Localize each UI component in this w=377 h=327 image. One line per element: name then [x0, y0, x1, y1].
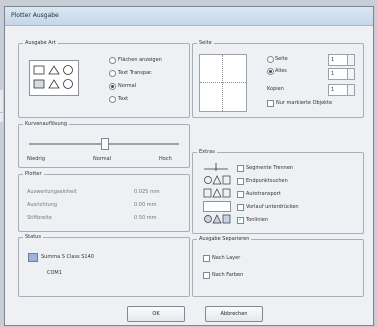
group-label: Seite [197, 40, 214, 46]
status-connection: COM1 [47, 270, 62, 276]
plotter-row-value: 0.025 mm [134, 189, 160, 195]
checkbox-label: Nach Farben [212, 272, 244, 278]
group-label: Plotter [23, 171, 44, 177]
checkbox-endpunkt[interactable] [237, 178, 244, 185]
tonlinien-icon [204, 214, 231, 224]
slider-thumb[interactable] [101, 138, 109, 150]
plotter-row-value: 0.50 mm [134, 215, 157, 221]
group-ausgabe-art: Ausgabe Art Flächen anzeigen Text Transp… [18, 40, 190, 118]
vorlauf-icon [203, 201, 231, 212]
plotter-row-label: Ausrichtung [27, 202, 58, 208]
kopien-label: Kopien [267, 86, 284, 92]
plotter-row-value: 0.00 mm [134, 202, 157, 208]
group-extras: Extras Segmente Trennen Endpunktsuchen A… [192, 149, 364, 234]
radio-label: Alles [275, 68, 287, 74]
group-label: Ausgabe Art [23, 40, 58, 46]
titlebar: Plotter Ausgabe [5, 7, 373, 26]
radio-label: Text Transpar. [118, 70, 153, 76]
checkbox-label: Vorlauf unterdrücken [246, 204, 299, 210]
radio-label: Seite [275, 56, 288, 62]
page-to-field[interactable]: 1 [328, 68, 348, 80]
endpoint-icon [204, 175, 231, 185]
cancel-button[interactable]: Abbrechen [205, 306, 263, 322]
group-ausgabe-separieren: Ausgabe Separieren Nach Layer Nach Farbe… [192, 236, 364, 297]
shapes-icon [33, 65, 73, 89]
checkbox-label: Autotransport [246, 191, 281, 197]
checkbox-autotransport[interactable] [237, 191, 244, 198]
window-title: Plotter Ausgabe [11, 12, 59, 19]
radio-text-transpar[interactable] [109, 70, 116, 77]
radio-label: Flächen anzeigen [118, 57, 162, 63]
shapes-preview-icon [29, 60, 79, 96]
plotter-row-label: Stiftbreite [27, 215, 52, 221]
spin-button[interactable] [347, 54, 355, 66]
status-device: Summa S Class S140 [41, 254, 94, 260]
checkbox-label: Tonlinien [246, 217, 269, 223]
checkbox-tonlinien[interactable] [237, 216, 244, 224]
group-kurvenaufloesung: Kurvenauflösung Niedrig Normal Hoch [18, 121, 190, 168]
slider-label: Hoch [159, 156, 172, 162]
radio-seite[interactable] [267, 56, 274, 63]
group-status: Status Summa S Class S140 COM1 [18, 234, 190, 297]
slider-label: Normal [93, 156, 112, 162]
checkbox-nur-markierte[interactable] [267, 100, 274, 107]
spin-button[interactable] [347, 68, 355, 80]
preview-divider [222, 55, 223, 111]
preview-divider [200, 82, 246, 83]
radio-label: Text [118, 96, 129, 102]
group-label: Status [23, 234, 43, 240]
radio-normal[interactable] [109, 83, 116, 90]
group-plotter: Plotter Auswertungseinheit 0.025 mm Ausr… [18, 171, 190, 232]
checkbox-label: Nur markierte Objekte [276, 100, 333, 106]
group-label: Ausgabe Separieren [197, 236, 252, 242]
plotter-row-label: Auswertungseinheit [27, 189, 77, 195]
field-value: 1 [331, 71, 335, 77]
segment-icon [204, 163, 228, 171]
checkbox-nach-layer[interactable] [203, 255, 210, 262]
field-value: 1 [331, 57, 335, 63]
page-preview [199, 54, 247, 112]
spin-button[interactable] [347, 84, 355, 96]
radio-label: Normal [118, 83, 137, 89]
group-label: Kurvenauflösung [23, 121, 70, 127]
checkbox-label: Endpunktsuchen [246, 178, 288, 184]
plotter-device-icon [28, 253, 38, 262]
checkbox-label: Nach Layer [212, 255, 241, 261]
group-seite: Seite Seite 1 Alles 1 Kopien 1 Nur marki… [192, 40, 364, 118]
ok-button[interactable]: OK [127, 306, 185, 322]
group-label: Extras [197, 149, 217, 155]
radio-flaechen[interactable] [109, 57, 116, 64]
radio-alles[interactable] [267, 68, 274, 75]
slider-label: Niedrig [27, 156, 45, 162]
page-from-field[interactable]: 1 [328, 54, 348, 66]
checkbox-label: Segmente Trennen [246, 165, 294, 171]
autotransport-icon [203, 188, 231, 198]
plotter-dialog: Plotter Ausgabe Ausgabe Art Flächen anze… [4, 6, 374, 326]
checkbox-segmente[interactable] [237, 165, 244, 172]
checkbox-nach-farben[interactable] [203, 272, 210, 279]
checkbox-vorlauf[interactable] [237, 204, 244, 211]
field-value: 1 [331, 87, 335, 93]
kopien-field[interactable]: 1 [328, 84, 348, 96]
radio-text[interactable] [109, 96, 116, 103]
